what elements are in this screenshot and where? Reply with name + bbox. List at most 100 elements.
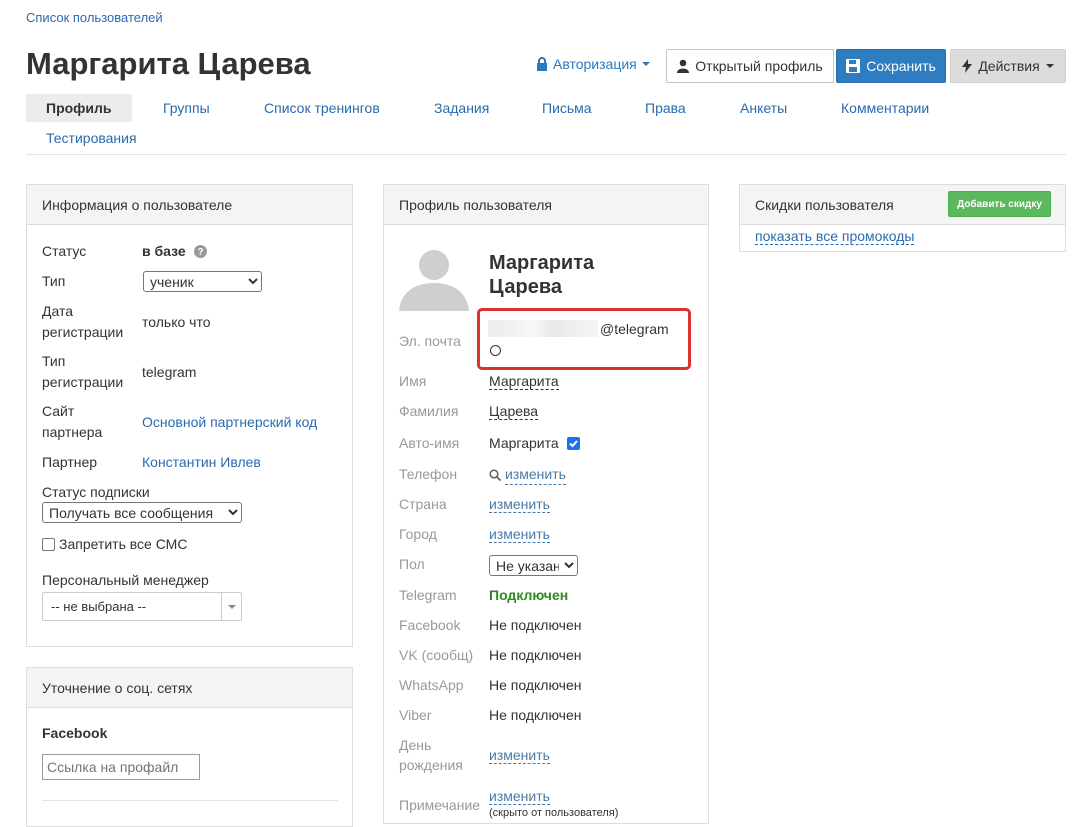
show-promocodes-link[interactable]: показать все промокоды — [755, 228, 915, 245]
facebook-label: Facebook — [399, 617, 461, 633]
country-label: Страна — [399, 496, 447, 512]
birthday-label-line1: День — [399, 737, 432, 753]
manager-select[interactable]: -- не выбрана -- — [42, 592, 242, 621]
chevron-down-icon — [221, 593, 241, 620]
question-circle-icon[interactable]: ? — [193, 245, 207, 258]
discounts-panel: Скидки пользователя Добавить скидку пока… — [739, 184, 1066, 252]
tab-profile[interactable]: Профиль — [26, 94, 132, 122]
open-profile-button[interactable]: Открытый профиль — [666, 49, 834, 83]
tab-tasks[interactable]: Задания — [434, 100, 489, 116]
blurred-email — [488, 320, 598, 337]
partner-site-label-line1: Сайт — [42, 403, 75, 419]
partner-site-label-line2: партнера — [42, 424, 103, 440]
partner-site-label: Сайт партнера — [42, 401, 102, 443]
tab-forms[interactable]: Анкеты — [740, 100, 787, 116]
note-label: Примечание — [399, 797, 481, 813]
vk-label: VK (сообщ) — [399, 647, 474, 663]
sms-checkbox[interactable] — [42, 537, 55, 551]
birthday-label: День рождения — [399, 735, 463, 775]
status-value: в базе — [142, 243, 186, 259]
sms-checkbox-row[interactable]: Запретить все СМС — [42, 536, 187, 552]
email-status-circle-icon[interactable] — [490, 345, 501, 356]
user-info-panel: Информация о пользователе Статус в базе … — [26, 184, 353, 647]
social-panel: Уточнение о соц. сетях Facebook — [26, 667, 353, 827]
status-label: Статус — [42, 243, 87, 259]
reg-date-label: Дата регистрации — [42, 301, 123, 343]
bolt-icon — [962, 59, 973, 73]
facebook-label: Facebook — [42, 725, 108, 741]
email-label: Эл. почта — [399, 333, 461, 349]
type-label: Тип — [42, 273, 66, 289]
avatar — [399, 241, 469, 311]
auto-name-row: Маргарита — [489, 433, 580, 453]
floppy-icon — [846, 59, 861, 73]
first-name-label: Имя — [399, 373, 427, 389]
chevron-down-icon — [1045, 64, 1054, 68]
city-label: Город — [399, 526, 437, 542]
reg-date-label-line1: Дата — [42, 303, 74, 319]
save-label: Сохранить — [866, 58, 936, 74]
tab-comments[interactable]: Комментарии — [841, 100, 929, 116]
first-name-value[interactable]: Маргарита — [489, 373, 559, 390]
email-domain: @telegram — [600, 321, 669, 337]
save-button[interactable]: Сохранить — [836, 49, 946, 83]
user-info-heading: Информация о пользователе — [27, 185, 352, 225]
manager-value: -- не выбрана -- — [51, 599, 147, 614]
telegram-status: Подключен — [489, 587, 569, 603]
authorization-dropdown[interactable]: Авторизация — [536, 56, 650, 72]
tab-rights[interactable]: Права — [645, 100, 686, 116]
facebook-status: Не подключен — [489, 617, 582, 633]
tab-letters[interactable]: Письма — [542, 100, 592, 116]
page-title: Маргарита Царева — [26, 46, 311, 81]
partner-link[interactable]: Константин Ивлев — [142, 452, 261, 473]
reg-type-label-line2: регистрации — [42, 374, 124, 390]
user-icon — [677, 59, 690, 73]
whatsapp-status: Не подключен — [489, 677, 582, 693]
reg-date-value: только что — [142, 314, 211, 330]
breadcrumb-link[interactable]: Список пользователей — [26, 10, 163, 25]
authorization-label: Авторизация — [553, 56, 637, 72]
profile-full-name: Маргарита Царева — [489, 251, 594, 299]
search-icon[interactable] — [489, 468, 501, 481]
viber-label: Viber — [399, 707, 432, 723]
note-change-link[interactable]: изменить — [489, 788, 550, 805]
open-profile-label: Открытый профиль — [695, 58, 823, 74]
tab-testing[interactable]: Тестирования — [46, 130, 137, 146]
phone-row: изменить — [489, 464, 566, 485]
viber-status: Не подключен — [489, 707, 582, 723]
auto-name-label: Авто-имя — [399, 435, 460, 451]
manager-label: Персональный менеджер — [42, 572, 209, 588]
telegram-label: Telegram — [399, 587, 457, 603]
profile-last-name: Царева — [489, 276, 562, 298]
user-profile-panel: Профиль пользователя Маргарита Царева Эл… — [383, 184, 709, 824]
add-discount-button[interactable]: Добавить скидку — [948, 191, 1051, 217]
tabs-divider — [26, 154, 1066, 155]
reg-type-value: telegram — [142, 364, 197, 380]
reg-type-label-line1: Тип — [42, 353, 66, 369]
sms-label: Запретить все СМС — [59, 536, 188, 552]
actions-label: Действия — [978, 58, 1040, 74]
facebook-profile-input[interactable] — [42, 754, 200, 780]
phone-change-link[interactable]: изменить — [505, 464, 566, 485]
subscription-label: Статус подписки — [42, 484, 150, 500]
actions-dropdown-button[interactable]: Действия — [950, 49, 1066, 83]
type-select[interactable]: ученик — [143, 271, 262, 292]
last-name-label: Фамилия — [399, 403, 459, 419]
divider — [42, 800, 338, 801]
tab-groups[interactable]: Группы — [163, 100, 210, 116]
tab-trainings[interactable]: Список тренингов — [264, 100, 380, 116]
reg-type-label: Тип регистрации — [42, 351, 123, 393]
auto-name-checkbox[interactable] — [566, 436, 580, 450]
city-change-link[interactable]: изменить — [489, 526, 550, 543]
gender-select[interactable]: Не указан — [489, 555, 578, 576]
note-hint: (скрыто от пользователя) — [489, 807, 619, 819]
subscription-select[interactable]: Получать все сообщения — [42, 502, 242, 523]
birthday-label-line2: рождения — [399, 757, 463, 773]
country-change-link[interactable]: изменить — [489, 496, 550, 513]
partner-site-link[interactable]: Основной партнерский код — [142, 412, 317, 433]
reg-date-label-line2: регистрации — [42, 324, 124, 340]
svg-text:?: ? — [197, 247, 203, 258]
lock-icon — [537, 57, 547, 71]
birthday-change-link[interactable]: изменить — [489, 747, 550, 764]
last-name-value[interactable]: Царева — [489, 403, 539, 420]
